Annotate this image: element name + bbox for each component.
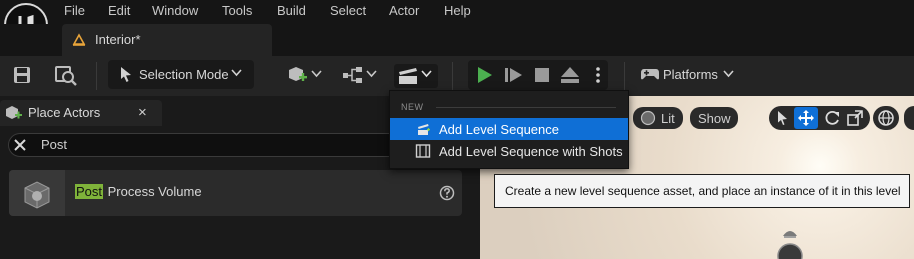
close-tab-icon[interactable]: × — [138, 104, 147, 121]
selection-mode-icon — [118, 66, 134, 83]
add-actor-icon[interactable] — [286, 65, 308, 85]
play-icon[interactable] — [476, 65, 494, 85]
scale-icon[interactable] — [847, 110, 863, 126]
toolbar-separator — [624, 62, 625, 90]
menu-actor[interactable]: Actor — [389, 3, 419, 18]
film-strip-icon — [415, 143, 431, 159]
menu-tools[interactable]: Tools — [222, 3, 252, 18]
snap-button[interactable] — [904, 106, 914, 130]
document-tab-label: Interior* — [95, 32, 141, 47]
menu-edit[interactable]: Edit — [108, 3, 130, 18]
menu-help[interactable]: Help — [444, 3, 471, 18]
scene-light-fixture — [775, 226, 805, 259]
tooltip: Create a new level sequence asset, and p… — [494, 174, 910, 208]
tooltip-text: Create a new level sequence asset, and p… — [505, 184, 901, 198]
menu-build[interactable]: Build — [277, 3, 306, 18]
level-sequence-icon — [415, 121, 431, 137]
lit-label: Lit — [661, 111, 675, 126]
selection-mode-label: Selection Mode — [139, 67, 229, 82]
document-tab[interactable] — [62, 24, 272, 56]
level-icon — [72, 32, 86, 46]
search-match-highlight: Post — [75, 184, 104, 199]
add-level-sequence-label: Add Level Sequence — [439, 122, 559, 137]
rotate-icon[interactable] — [823, 110, 841, 126]
toolbar-separator — [96, 62, 97, 90]
advance-frame-icon[interactable] — [504, 66, 524, 84]
blueprint-icon[interactable] — [342, 66, 364, 84]
blueprint-chevron-icon[interactable] — [366, 70, 377, 78]
add-actor-chevron-icon[interactable] — [311, 70, 322, 78]
platforms-label[interactable]: Platforms — [663, 67, 718, 82]
save-icon[interactable] — [12, 65, 32, 85]
menu-section-divider — [436, 107, 616, 108]
stop-icon[interactable] — [534, 67, 550, 83]
select-tool-icon[interactable] — [775, 110, 789, 126]
toolbar-separator — [452, 62, 453, 90]
cinematics-chevron-icon — [421, 70, 432, 78]
menu-select[interactable]: Select — [330, 3, 366, 18]
eject-icon[interactable] — [560, 66, 580, 84]
platforms-chevron-icon[interactable] — [723, 70, 734, 78]
show-label: Show — [698, 111, 731, 126]
menu-file[interactable]: File — [64, 3, 85, 18]
place-actors-icon — [5, 105, 23, 121]
menu-window[interactable]: Window — [152, 3, 198, 18]
help-icon[interactable] — [439, 185, 455, 201]
search-input-value: Post — [41, 137, 68, 152]
clear-search-icon[interactable] — [13, 138, 27, 152]
more-options-icon[interactable] — [595, 66, 601, 84]
add-level-sequence-shots-label: Add Level Sequence with Shots — [439, 144, 623, 159]
lit-sphere-icon — [640, 110, 656, 126]
move-icon — [797, 109, 815, 127]
gamepad-icon — [640, 66, 660, 82]
clapperboard-icon — [397, 66, 419, 86]
post-process-volume-icon — [21, 178, 53, 210]
actor-result-label: Process Volume — [104, 184, 202, 199]
menu-section-heading: NEW — [401, 102, 424, 112]
place-actors-tab-label: Place Actors — [28, 105, 101, 120]
globe-icon — [877, 109, 895, 127]
browse-content-icon[interactable] — [54, 64, 78, 86]
chevron-down-icon — [231, 69, 242, 77]
